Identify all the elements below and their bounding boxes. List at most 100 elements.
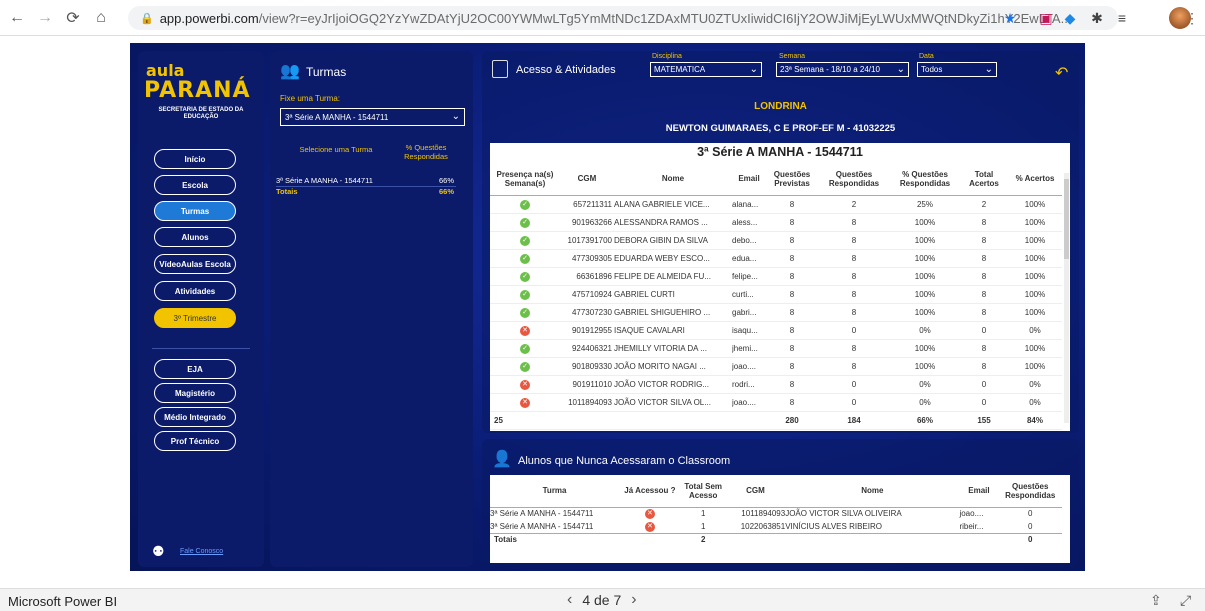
nav-magisterio[interactable]: Magistério [154, 383, 236, 403]
pct-cell: 0% [890, 375, 960, 394]
col-email[interactable]: Email [959, 475, 999, 508]
table-row[interactable]: ✓ 477309305 EDUARDA WEBY ESCO... edua... 8 8 1… [490, 249, 1062, 268]
table-row[interactable]: ✓ 657211311 ALANA GABRIELE VICE... alana...… [490, 195, 1062, 214]
col-total-sem[interactable]: Total Sem Acesso [680, 475, 726, 508]
table-row[interactable]: ✕ 1011894093 JOÃO VICTOR SILVA OL... joao..… [490, 393, 1062, 412]
disciplina-label: Disciplina [652, 53, 682, 60]
col-cgm[interactable]: CGM [560, 163, 614, 196]
extension-icon[interactable]: ◆ [1060, 8, 1080, 28]
acertos-cell: 0 [960, 375, 1008, 394]
check-icon: ✓ [520, 199, 530, 210]
totals-row: Totais 66% [276, 186, 456, 196]
respondidas-cell: 0 [818, 375, 890, 394]
col-email[interactable]: Email [732, 163, 766, 196]
puzzle-icon[interactable]: ✱ [1087, 8, 1107, 28]
address-bar[interactable]: 🔒 app.powerbi.com/view?r=eyJrIjoiOGQ2YzY… [128, 6, 1118, 30]
col-questoes[interactable]: Questões Respondidas [998, 475, 1062, 508]
nav-alunos[interactable]: Alunos [154, 227, 236, 247]
nav-turmas[interactable]: Turmas [154, 201, 236, 221]
nav-atividades[interactable]: Atividades [154, 281, 236, 301]
powerbi-footer: Microsoft Power BI ‹ 4 de 7 › ⇪ ⤢ [0, 588, 1205, 611]
table-row[interactable]: 3ª Série A MANHA - 1544711 66% [276, 176, 456, 185]
vertical-scrollbar[interactable] [1064, 173, 1069, 423]
next-page-icon[interactable]: › [631, 591, 636, 609]
nav-medio-integrado[interactable]: Médio Integrado [154, 407, 236, 427]
table-row[interactable]: ✓ 66361896 FELIPE DE ALMEIDA FU... felipe..… [490, 267, 1062, 286]
fullscreen-icon[interactable]: ⤢ [1180, 592, 1191, 609]
col-cgm[interactable]: CGM [725, 475, 786, 508]
pct-acertos-cell: 100% [1008, 357, 1062, 376]
data-dropdown[interactable]: Todos ⌄ [917, 62, 997, 77]
col-previstas[interactable]: Questões Previstas [766, 163, 818, 196]
nome-cell: GABRIEL CURTI [614, 285, 732, 304]
students-grid: Presença na(s) Semana(s) CGM Nome Email … [490, 163, 1062, 430]
nav-eja[interactable]: EJA [154, 359, 236, 379]
col-pct-respondidas[interactable]: % Questões Respondidas [890, 163, 960, 196]
col-ja-acessou[interactable]: Já Acessou ? [619, 475, 681, 508]
table-row[interactable]: ✓ 475710924 GABRIEL CURTI curti... 8 8 100% 8 10… [490, 285, 1062, 304]
pct-cell: 100% [890, 249, 960, 268]
back-arrow-icon[interactable]: ↶ [1055, 63, 1068, 83]
reading-list-icon[interactable]: ≡ [1112, 8, 1132, 28]
fale-conosco-link[interactable]: Fale Conosco [180, 548, 223, 555]
bookmark-star-icon[interactable]: ★ [1000, 8, 1020, 28]
forward-icon[interactable]: → [34, 7, 56, 29]
scroll-thumb[interactable] [1064, 179, 1069, 259]
table-row[interactable]: ✓ 901809330 JOÃO MORITO NAGAI ... joao.... 8… [490, 357, 1062, 376]
cgm-cell: 1011894093 [560, 393, 614, 412]
presence-cell: ✕ [490, 393, 560, 412]
nav-prof-tecnico[interactable]: Prof Técnico [154, 431, 236, 451]
nome-cell: ALANA GABRIELE VICE... [614, 195, 732, 214]
user-blocked-icon: 👤 [492, 451, 512, 468]
col-pct-acertos[interactable]: % Acertos [1008, 163, 1062, 196]
nav-videoaulas[interactable]: VídeoAulas Escola [154, 254, 236, 274]
col-respondidas[interactable]: Questões Respondidas [818, 163, 890, 196]
table-row[interactable]: ✕ 901912955 ISAQUE CAVALARI isaqu... 8 0 0% 0 0% [490, 321, 1062, 340]
nav-inicio[interactable]: Início [154, 149, 236, 169]
table-row[interactable]: ✓ 901963266 ALESSANDRA RAMOS ... aless... 8 8… [490, 213, 1062, 232]
presence-cell: ✓ [490, 303, 560, 322]
pct-cell: 100% [890, 303, 960, 322]
reload-icon[interactable]: ⟳ [62, 7, 84, 29]
col-presenca[interactable]: Presença na(s) Semana(s) [490, 163, 560, 196]
cross-icon: ✕ [520, 325, 530, 336]
nome-cell: ALESSANDRA RAMOS ... [614, 213, 732, 232]
table-row[interactable]: ✓ 924406321 JHEMILLY VITORIA DA ... jhemi..… [490, 339, 1062, 358]
never-table: Turma Já Acessou ? Total Sem Acesso CGM … [490, 475, 1070, 563]
col-nome[interactable]: Nome [785, 475, 960, 508]
turmas-table-header: Selecione uma Turma % Questões Respondid… [276, 143, 466, 169]
previstas-cell: 8 [766, 375, 818, 394]
table-row[interactable]: 3ª Série A MANHA - 1544711 ✕ 1 1011894093 JO… [490, 507, 1062, 520]
check-icon: ✓ [520, 253, 530, 264]
nav-escola[interactable]: Escola [154, 175, 236, 195]
table-row[interactable]: ✕ 901911010 JOÃO VICTOR RODRIG... rodri... 8… [490, 375, 1062, 394]
report-page: aula PARANÁ SECRETARIA DE ESTADO DA EDUC… [130, 43, 1085, 571]
col-turma: Selecione uma Turma [299, 145, 373, 154]
col-turma[interactable]: Turma [490, 475, 620, 508]
nav-trimestre[interactable]: 3º Trimestre [154, 308, 236, 328]
semana-value: 23ª Semana - 18/10 a 24/10 [780, 65, 880, 74]
home-icon[interactable]: ⌂ [90, 7, 112, 29]
menu-kebab-icon[interactable]: ⋮ [1182, 8, 1202, 28]
table-row[interactable]: 3ª Série A MANHA - 1544711 ✕ 1 1022063851 VI… [490, 520, 1062, 533]
share-icon[interactable]: ⇪ [1150, 592, 1162, 609]
pct-acertos-cell: 100% [1008, 231, 1062, 250]
fale-conosco[interactable]: ⚉ Fale Conosco [152, 543, 223, 559]
disciplina-dropdown[interactable]: MATEMATICA ⌄ [650, 62, 762, 77]
cross-icon: ✕ [644, 509, 655, 520]
table-row[interactable]: ✓ 477307230 GABRIEL SHIGUEHIRO ... gabri...… [490, 303, 1062, 322]
prev-page-icon[interactable]: ‹ [567, 591, 572, 609]
cgm-cell: 1017391700 [560, 231, 614, 250]
check-icon: ✓ [520, 361, 530, 372]
col-nome[interactable]: Nome [614, 163, 732, 196]
nome-cell: VINÍCIUS ALVES RIBEIRO [785, 521, 882, 531]
semana-dropdown[interactable]: 23ª Semana - 18/10 a 24/10 ⌄ [776, 62, 909, 77]
extension-icon[interactable]: ▣ [1036, 8, 1056, 28]
email-cell: ribeir... [959, 521, 984, 531]
col-total-acertos[interactable]: Total Acertos [960, 163, 1008, 196]
turma-dropdown[interactable]: 3ª Série A MANHA - 1544711 ⌄ [280, 108, 465, 126]
table-row[interactable]: ✓ 1017391700 DEBORA GIBIN DA SILVA debo... 8… [490, 231, 1062, 250]
cgm-cell: 901809330 [560, 357, 614, 376]
back-icon[interactable]: ← [6, 7, 28, 29]
email-cell: alana... [732, 195, 766, 214]
